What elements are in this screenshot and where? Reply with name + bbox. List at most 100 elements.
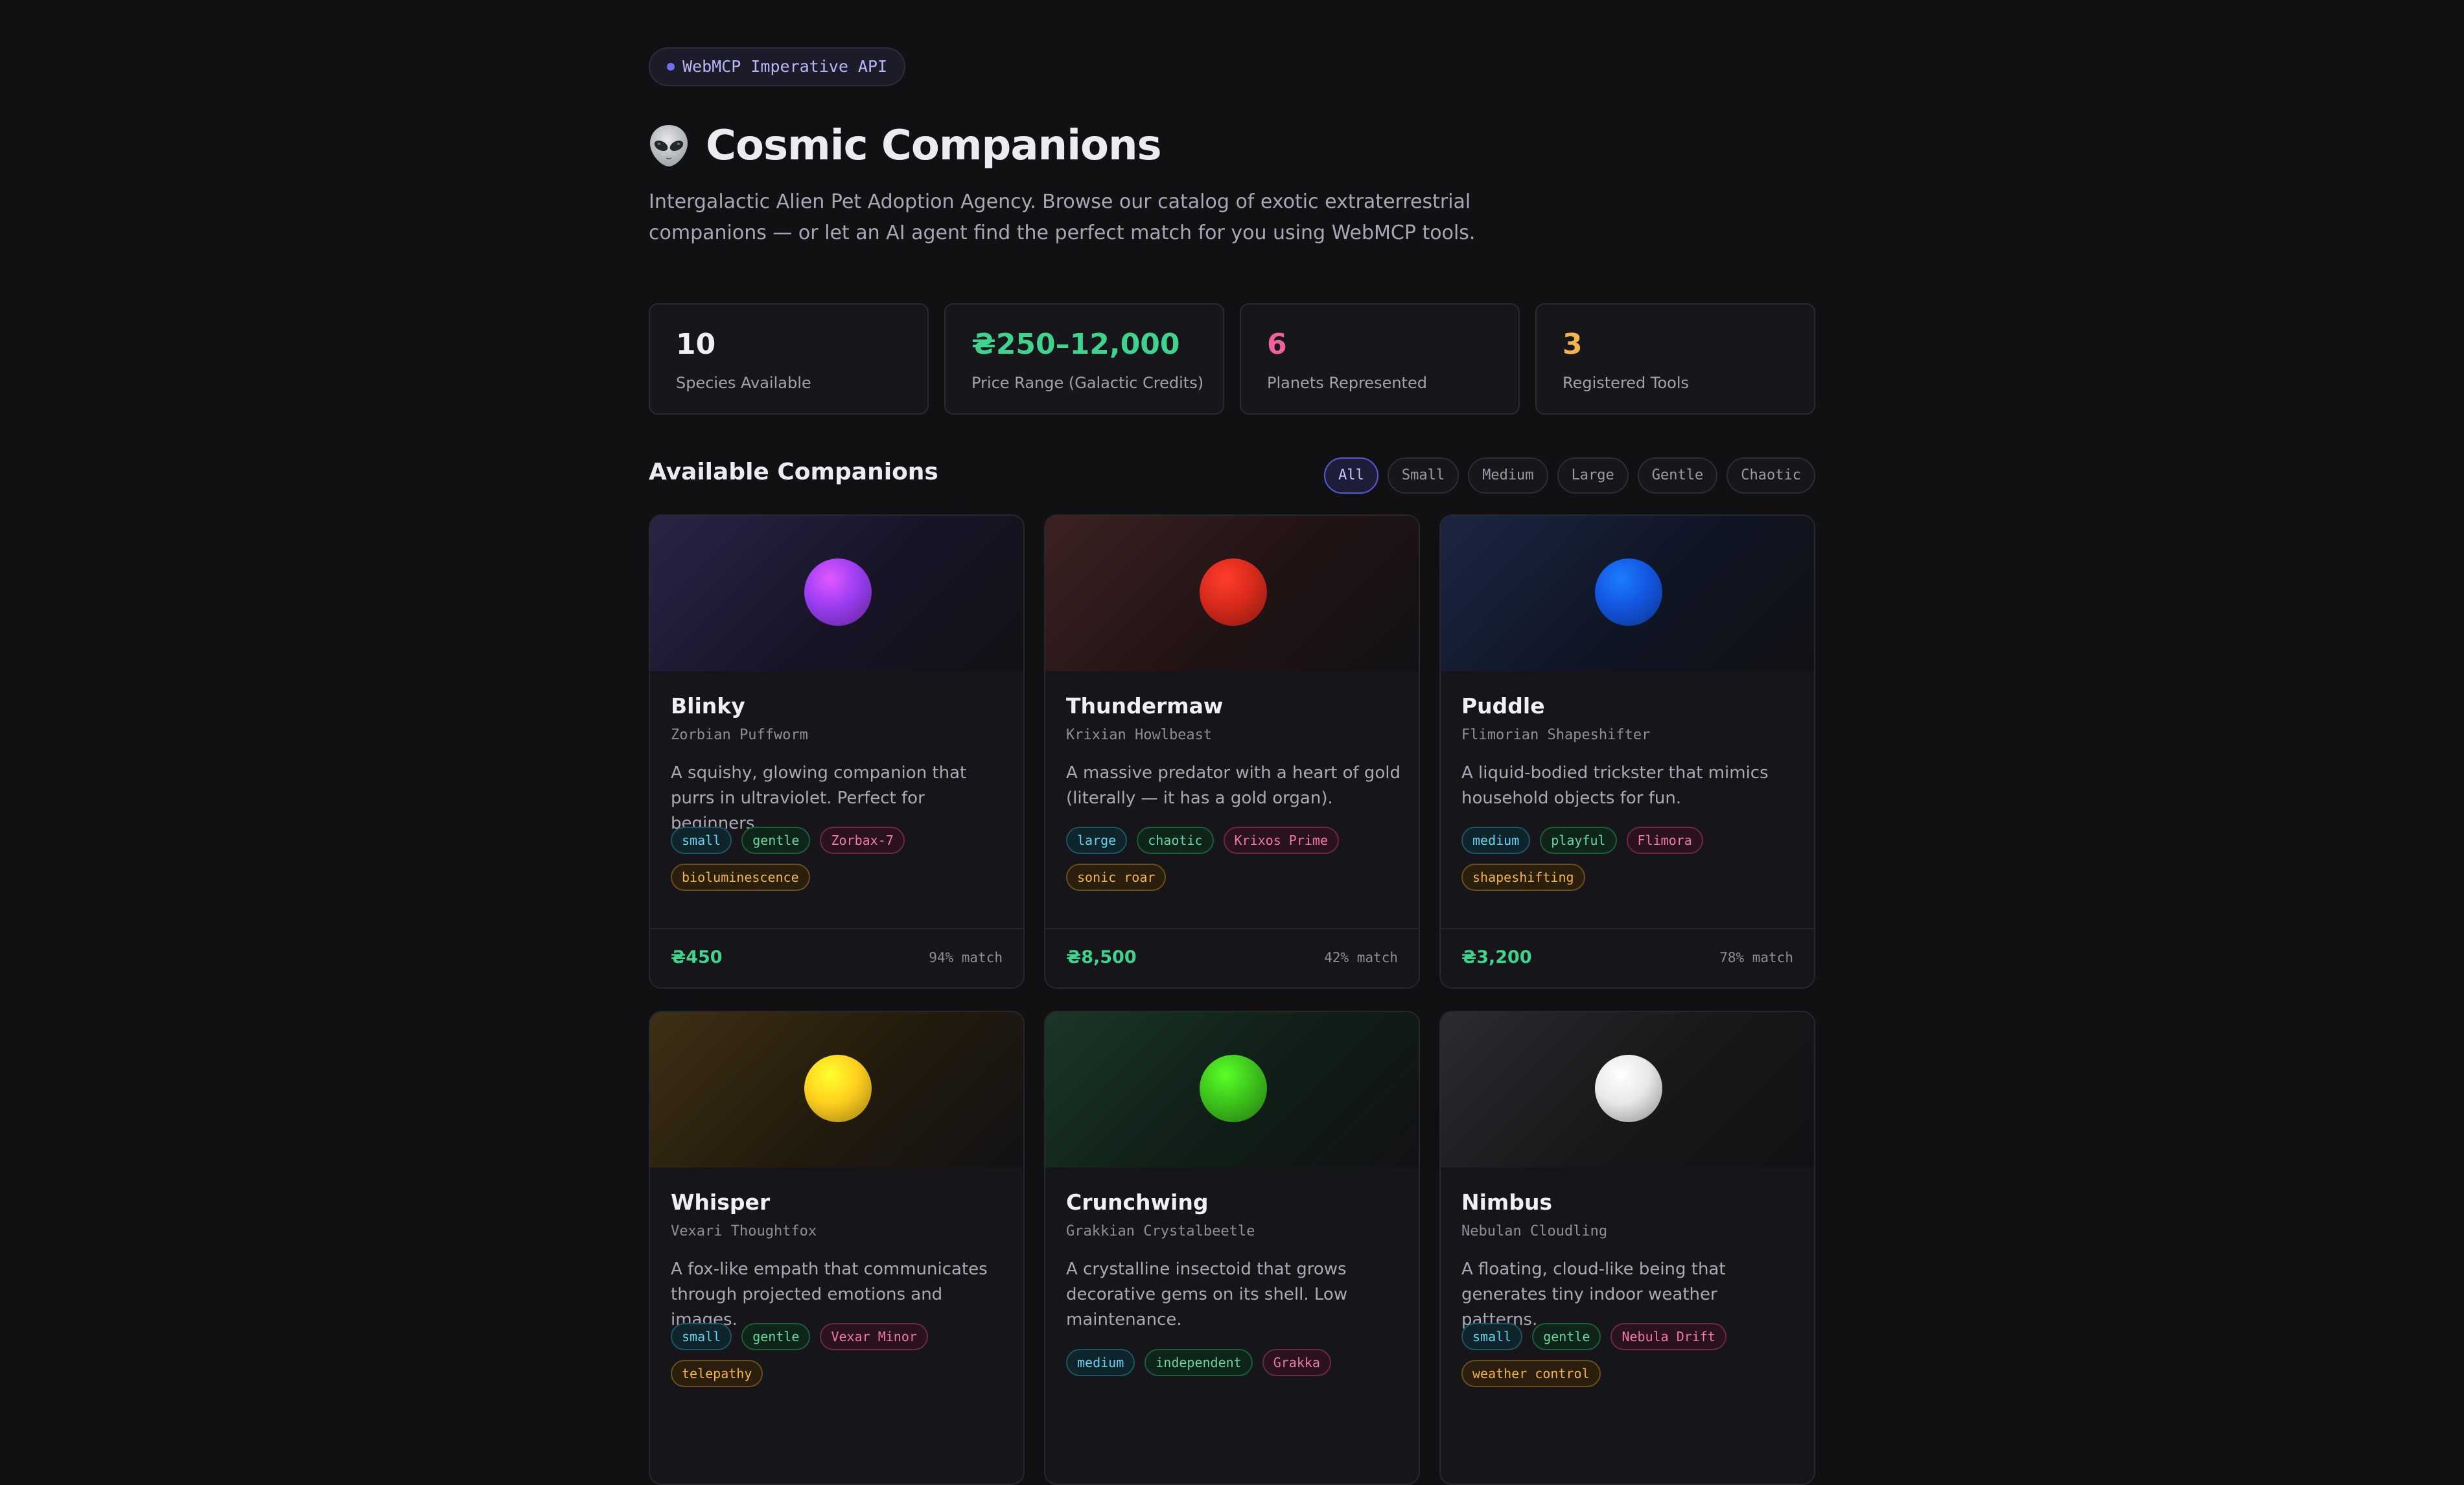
tag-planet: Vexar Minor [820,1323,928,1350]
tag-size: large [1066,827,1128,854]
pet-orb-icon [804,558,872,626]
pet-species: Flimorian Shapeshifter [1461,727,1651,743]
pet-species: Zorbian Puffworm [671,727,808,743]
stat-label: Species Available [676,374,811,392]
pet-tags: small gentle Vexar Minor telepathy [671,1323,1008,1387]
tag-ability: bioluminescence [671,864,810,891]
tag-temperament: independent [1145,1349,1253,1376]
tag-planet: Zorbax-7 [820,827,905,854]
stat-card-tools: 3 Registered Tools [1535,303,1815,415]
filter-small[interactable]: Small [1387,457,1459,494]
tag-size: small [1461,1323,1523,1350]
pet-card-puddle[interactable]: Puddle Flimorian Shapeshifter A liquid-b… [1439,514,1815,989]
stat-value: 6 [1267,328,1287,361]
stat-label: Planets Represented [1267,374,1427,392]
tag-size: medium [1461,827,1531,854]
pet-name: Puddle [1461,693,1545,719]
pet-description: A fox-like empath that communicates thro… [671,1260,988,1330]
pet-description: A crystalline insectoid that grows decor… [1066,1260,1348,1330]
card-footer: ₴450 94% match [650,928,1023,987]
pet-card-blinky[interactable]: Blinky Zorbian Puffworm A squishy, glowi… [649,514,1025,989]
pet-price: ₴3,200 [1461,947,1532,967]
card-hero [650,516,1023,671]
tag-size: small [671,1323,732,1350]
pet-card-thundermaw[interactable]: Thundermaw Krixian Howlbeast A massive p… [1044,514,1420,989]
card-footer: ₴3,200 78% match [1441,928,1814,987]
pet-card-whisper[interactable]: Whisper Vexari Thoughtfox A fox-like emp… [649,1011,1025,1485]
tag-size: small [671,827,732,854]
pet-species: Krixian Howlbeast [1066,727,1213,743]
pet-name: Nimbus [1461,1190,1553,1215]
pet-species: Grakkian Crystalbeetle [1066,1223,1255,1239]
pet-description: A floating, cloud-like being that genera… [1461,1260,1726,1330]
stat-card-price-range: ₴250–12,000 Price Range (Galactic Credit… [944,303,1224,415]
pet-description: A squishy, glowing companion that purrs … [671,763,967,833]
stat-value: 3 [1563,328,1583,361]
pet-match: 42% match [1324,950,1398,965]
tag-temperament: gentle [741,1323,811,1350]
tag-planet: Nebula Drift [1610,1323,1726,1350]
filter-bar: All Small Medium Large Gentle Chaotic [1324,457,1815,494]
api-badge-label: WebMCP Imperative API [682,57,888,76]
pet-price: ₴450 [671,947,723,967]
section-title: Available Companions [649,459,938,485]
tag-temperament: gentle [1532,1323,1601,1350]
title-row: Cosmic Companions [649,117,1162,175]
pet-name: Whisper [671,1190,771,1215]
card-hero [1045,516,1419,671]
tag-planet: Grakka [1262,1349,1331,1376]
pet-price: ₴8,500 [1066,947,1137,967]
pet-species: Vexari Thoughtfox [671,1223,817,1239]
pet-tags: medium independent Grakka [1066,1349,1403,1376]
tag-temperament: playful [1540,827,1617,854]
pet-match: 94% match [929,950,1003,965]
stats-row: 10 Species Available ₴250–12,000 Price R… [649,303,1815,415]
status-dot-icon [667,63,675,71]
page-subtitle: Intergalactic Alien Pet Adoption Agency.… [649,190,1476,244]
tag-planet: Flimora [1626,827,1703,854]
stat-label: Price Range (Galactic Credits) [971,374,1204,392]
filter-chaotic[interactable]: Chaotic [1726,457,1815,494]
tag-temperament: chaotic [1137,827,1214,854]
api-badge: WebMCP Imperative API [649,47,906,86]
pet-description: A massive predator with a heart of gold … [1066,763,1401,808]
pet-orb-icon [1200,1055,1267,1122]
pet-card-nimbus[interactable]: Nimbus Nebulan Cloudling A floating, clo… [1439,1011,1815,1485]
card-hero [650,1012,1023,1168]
card-footer: ₴8,500 42% match [1045,928,1419,987]
stat-card-species: 10 Species Available [649,303,929,415]
card-hero [1441,516,1814,671]
filter-medium[interactable]: Medium [1468,457,1548,494]
pet-match: 78% match [1719,950,1793,965]
tag-planet: Krixos Prime [1223,827,1340,854]
stat-value: ₴250–12,000 [971,328,1180,361]
card-hero [1441,1012,1814,1168]
tag-size: medium [1066,1349,1135,1376]
pet-tags: large chaotic Krixos Prime sonic roar [1066,827,1403,891]
pet-orb-icon [1200,558,1267,626]
stat-card-planets: 6 Planets Represented [1240,303,1520,415]
filter-gentle[interactable]: Gentle [1637,457,1718,494]
pet-orb-icon [1595,558,1662,626]
stat-label: Registered Tools [1563,374,1690,392]
tag-ability: sonic roar [1066,864,1167,891]
pet-orb-icon [804,1055,872,1122]
pet-tags: medium playful Flimora shapeshifting [1461,827,1798,891]
pet-orb-icon [1595,1055,1662,1122]
alien-icon [650,125,688,167]
pet-description: A liquid-bodied trickster that mimics ho… [1461,763,1769,808]
filter-all[interactable]: All [1324,457,1378,494]
tag-ability: shapeshifting [1461,864,1585,891]
pet-tags: small gentle Zorbax-7 bioluminescence [671,827,1008,891]
pet-tags: small gentle Nebula Drift weather contro… [1461,1323,1798,1387]
pet-name: Thundermaw [1066,693,1224,719]
card-hero [1045,1012,1419,1168]
page-title: Cosmic Companions [706,122,1162,170]
tag-ability: telepathy [671,1360,763,1387]
stat-value: 10 [676,328,716,361]
filter-large[interactable]: Large [1557,457,1629,494]
tag-temperament: gentle [741,827,811,854]
pet-card-crunchwing[interactable]: Crunchwing Grakkian Crystalbeetle A crys… [1044,1011,1420,1485]
pet-species: Nebulan Cloudling [1461,1223,1608,1239]
pet-name: Blinky [671,693,745,719]
